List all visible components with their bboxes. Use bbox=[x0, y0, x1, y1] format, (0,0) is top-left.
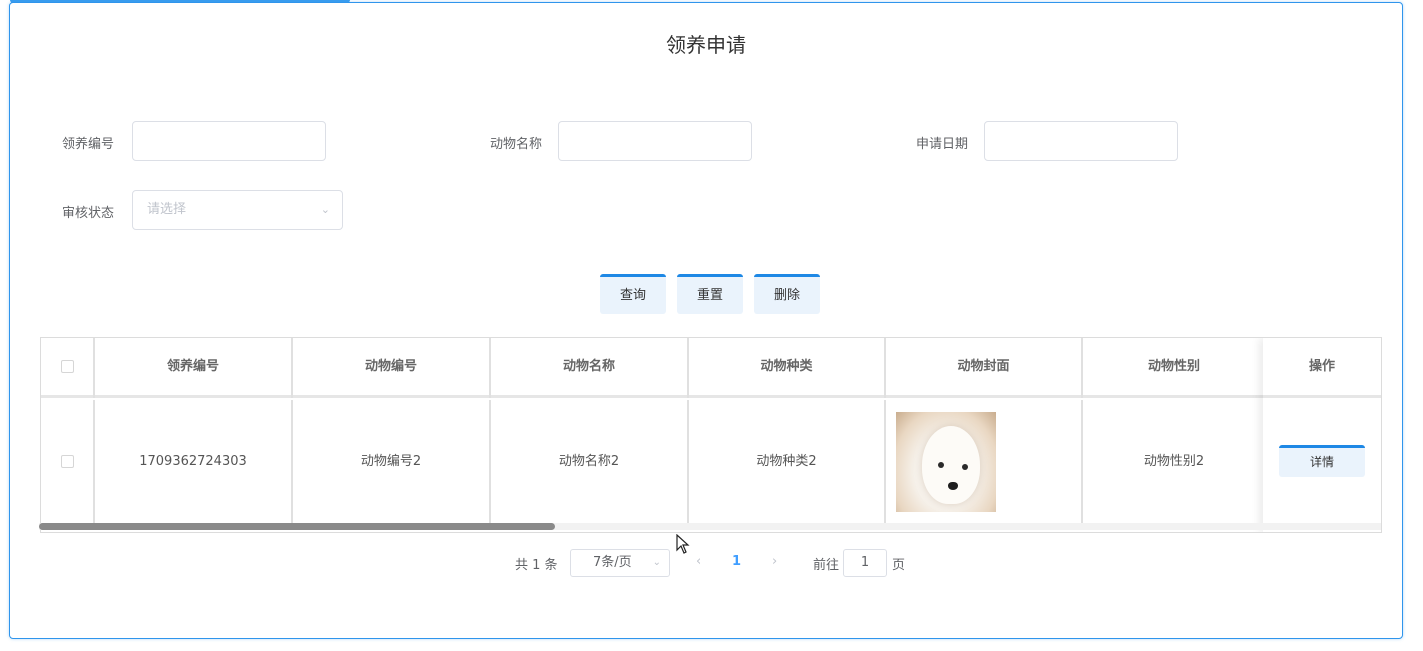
cell-animal-no: 动物编号2 bbox=[293, 400, 491, 524]
page-size-select[interactable]: 7条/页 ⌄ bbox=[570, 549, 670, 577]
col-adopt-no[interactable]: 领养编号 bbox=[95, 338, 293, 398]
review-status-placeholder: 请选择 bbox=[147, 202, 187, 217]
scrollbar-thumb[interactable] bbox=[39, 523, 555, 530]
dog-cover-image[interactable] bbox=[896, 412, 996, 512]
goto-page-input[interactable]: 1 bbox=[843, 549, 887, 577]
cell-animal-cover bbox=[886, 400, 1083, 524]
dog-left-eye bbox=[938, 462, 944, 468]
fixed-action-column: 操作 详情 bbox=[1263, 338, 1381, 532]
page-number-current[interactable]: 1 bbox=[732, 554, 741, 569]
dog-right-eye bbox=[962, 464, 968, 470]
col-animal-type[interactable]: 动物种类 bbox=[689, 338, 886, 398]
select-all-checkbox[interactable] bbox=[60, 360, 74, 373]
table-horizontal-scrollbar[interactable] bbox=[39, 523, 1381, 530]
cell-animal-type: 动物种类2 bbox=[689, 400, 886, 524]
chevron-left-icon[interactable]: ‹ bbox=[696, 554, 701, 569]
adoption-table: 领养编号 动物编号 动物名称 动物种类 动物封面 动物性别 1709362724… bbox=[40, 337, 1382, 533]
detail-button[interactable]: 详情 bbox=[1279, 445, 1365, 477]
apply-date-label: 申请日期 bbox=[916, 137, 969, 152]
delete-button[interactable]: 删除 bbox=[754, 274, 820, 314]
row-select-cell bbox=[41, 400, 95, 524]
page-title: 领养申请 bbox=[666, 33, 746, 57]
adopt-no-input[interactable] bbox=[132, 121, 326, 161]
reset-button[interactable]: 重置 bbox=[677, 274, 743, 314]
cell-animal-gender: 动物性别2 bbox=[1143, 454, 1205, 469]
mouse-pointer-icon bbox=[676, 534, 690, 554]
review-status-select[interactable]: 请选择 ⌄ bbox=[132, 190, 343, 230]
table-header: 领养编号 动物编号 动物名称 动物种类 动物封面 动物性别 bbox=[41, 338, 1381, 398]
dog-nose bbox=[948, 482, 958, 490]
query-button[interactable]: 查询 bbox=[600, 274, 666, 314]
apply-date-input[interactable] bbox=[984, 121, 1178, 161]
page-size-value: 7条/页 bbox=[593, 555, 632, 570]
col-animal-no[interactable]: 动物编号 bbox=[293, 338, 491, 398]
review-status-label: 审核状态 bbox=[62, 206, 115, 221]
row-checkbox[interactable] bbox=[60, 455, 74, 468]
cell-animal-name: 动物名称2 bbox=[491, 400, 689, 524]
col-animal-gender[interactable]: 动物性别 bbox=[1083, 338, 1265, 398]
pagination-total: 共 1 条 bbox=[515, 558, 558, 573]
col-animal-cover[interactable]: 动物封面 bbox=[886, 338, 1083, 398]
col-operation: 操作 bbox=[1263, 338, 1381, 398]
col-animal-name[interactable]: 动物名称 bbox=[491, 338, 689, 398]
chevron-down-icon: ⌄ bbox=[652, 557, 661, 568]
dog-face bbox=[922, 426, 980, 504]
animal-name-input[interactable] bbox=[558, 121, 752, 161]
chevron-down-icon: ⌄ bbox=[320, 203, 330, 216]
goto-suffix: 页 bbox=[892, 558, 906, 573]
adopt-no-label: 领养编号 bbox=[62, 137, 115, 152]
cell-adopt-no: 1709362724303 bbox=[95, 400, 293, 524]
chevron-right-icon[interactable]: › bbox=[772, 554, 777, 569]
goto-prefix: 前往 bbox=[813, 558, 840, 573]
adoption-application-panel: 领养申请 领养编号 动物名称 申请日期 审核状态 请选择 ⌄ 查询 重置 删除 … bbox=[9, 2, 1403, 639]
select-all-cell bbox=[41, 338, 95, 398]
animal-name-label: 动物名称 bbox=[490, 137, 543, 152]
table-row: 1709362724303 动物编号2 动物名称2 动物种类2 动物性别2 bbox=[41, 400, 1381, 524]
